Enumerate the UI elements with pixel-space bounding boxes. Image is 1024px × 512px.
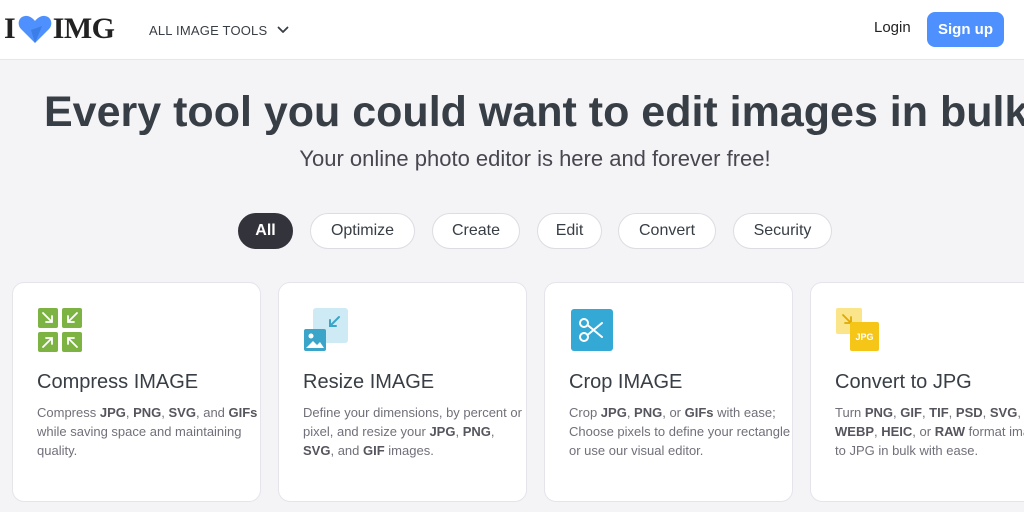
all-image-tools-label: ALL IMAGE TOOLS (149, 22, 268, 38)
description-text: images. (384, 443, 434, 458)
chevron-down-icon (277, 26, 289, 33)
description-text: , (1017, 405, 1021, 420)
jpg-badge: JPG (855, 332, 873, 342)
description-text: , (490, 424, 495, 439)
logo-letter: I (4, 12, 16, 45)
format-name: SVG (303, 443, 331, 458)
filter-security[interactable]: Security (733, 213, 832, 249)
format-name: JPG (429, 424, 456, 439)
format-name: GIF (363, 443, 385, 458)
card-description: Turn PNG, GIF, TIF, PSD, SVG, WEBP, HEIC… (835, 403, 1024, 460)
format-name: PNG (462, 424, 491, 439)
tool-category-filters: All Optimize Create Edit Convert Securit… (0, 213, 1024, 249)
compress-icon (38, 308, 82, 352)
card-title: Resize IMAGE (303, 371, 435, 393)
description-text: , or (662, 405, 685, 420)
page-title: Every tool you could want to edit images… (44, 88, 1024, 136)
description-text: Turn (835, 405, 865, 420)
format-name: PSD (955, 405, 983, 420)
format-name: JPG (600, 405, 627, 420)
tool-card-crop[interactable]: Crop IMAGE Crop JPG, PNG, or GIFs with e… (544, 282, 793, 502)
format-name: WEBP (835, 424, 874, 439)
format-name: PNG (864, 405, 894, 420)
format-name: GIFs (228, 405, 258, 420)
all-image-tools-menu[interactable]: ALL IMAGE TOOLS (149, 20, 289, 40)
filter-edit[interactable]: Edit (537, 213, 602, 249)
description-text: while saving space and maintaining quali… (37, 424, 242, 458)
format-name: PNG (133, 405, 162, 420)
format-name: SVG (989, 405, 1018, 420)
description-text: , (948, 405, 956, 420)
tool-card-compress[interactable]: Compress IMAGE Compress JPG, PNG, SVG, a… (12, 282, 261, 502)
format-name: TIF (929, 405, 949, 420)
filter-all[interactable]: All (238, 213, 293, 249)
card-title: Crop IMAGE (569, 371, 683, 393)
description-text: Crop (569, 405, 601, 420)
logo-word: IMG (52, 12, 115, 45)
tool-card-resize[interactable]: Resize IMAGE Define your dimensions, by … (278, 282, 527, 502)
login-link[interactable]: Login (874, 19, 911, 36)
card-description: Define your dimensions, by percent or pi… (303, 403, 525, 460)
filter-optimize[interactable]: Optimize (310, 213, 415, 249)
description-text: , (982, 405, 990, 420)
filter-create[interactable]: Create (432, 213, 520, 249)
signup-button[interactable]: Sign up (927, 12, 1004, 47)
crop-scissors-icon (571, 309, 613, 351)
format-name: HEIC (881, 424, 913, 439)
card-title: Compress IMAGE (37, 371, 199, 393)
description-text: , (161, 405, 169, 420)
description-text: , and (195, 405, 229, 420)
convert-to-jpg-icon: JPG (836, 308, 879, 351)
card-title: Convert to JPG (835, 371, 972, 393)
iloveimg-logo[interactable]: I IMG (4, 12, 115, 46)
card-description: Crop JPG, PNG, or GIFs with ease; Choose… (569, 403, 791, 460)
format-name: GIF (900, 405, 922, 420)
page-subtitle: Your online photo editor is here and for… (299, 146, 771, 171)
format-name: SVG (168, 405, 196, 420)
heart-icon (18, 15, 52, 43)
description-text: , (626, 405, 635, 420)
format-name: GIFs (684, 405, 714, 420)
resize-icon (304, 308, 348, 351)
description-text: Compress (37, 405, 100, 420)
top-navbar: I IMG ALL IMAGE TOOLS Login Sign up (0, 0, 1024, 60)
card-description: Compress JPG, PNG, SVG, and GIFs while s… (37, 403, 259, 460)
format-name: RAW (934, 424, 966, 439)
format-name: PNG (634, 405, 663, 420)
format-name: JPG (99, 405, 126, 420)
description-text: , or (912, 424, 935, 439)
description-text: , (455, 424, 463, 439)
filter-convert[interactable]: Convert (618, 213, 716, 249)
tool-card-convert-to-jpg[interactable]: JPG Convert to JPG Turn PNG, GIF, TIF, P… (810, 282, 1024, 502)
description-text: , and (330, 443, 363, 458)
